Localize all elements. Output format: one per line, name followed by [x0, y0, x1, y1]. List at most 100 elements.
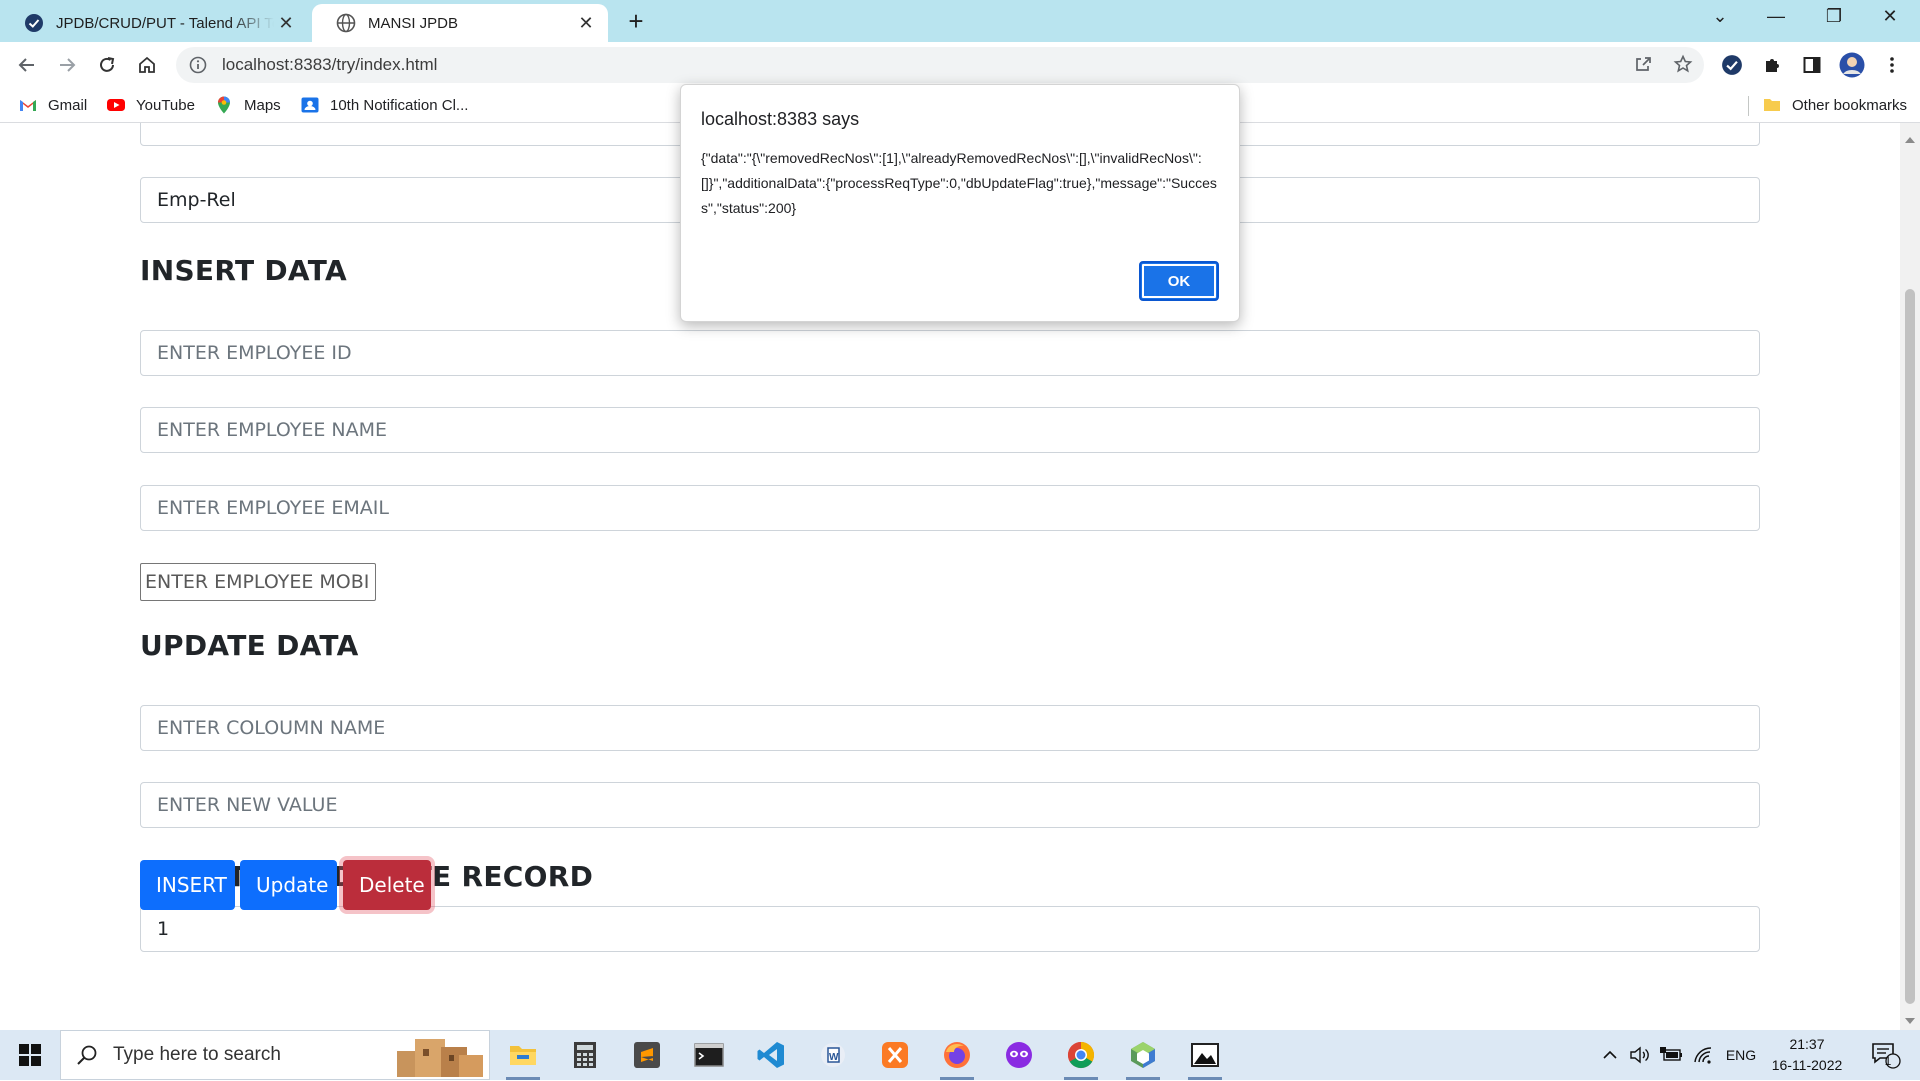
language-indicator[interactable]: ENG — [1722, 1030, 1760, 1080]
globe-icon — [336, 13, 356, 33]
taskbar-file-explorer[interactable] — [494, 1030, 552, 1080]
bookmark-youtube[interactable]: YouTube — [106, 95, 195, 115]
svg-text:W: W — [829, 1052, 839, 1063]
tab-close-icon[interactable]: ✕ — [574, 13, 598, 34]
bookmark-separator — [1748, 96, 1749, 116]
employee-mobile-input[interactable] — [140, 563, 376, 601]
tray-show-hidden-icon[interactable] — [1598, 1030, 1622, 1080]
contact-card-icon — [301, 97, 319, 113]
avatar-icon — [1839, 52, 1865, 78]
side-panel-button[interactable] — [1798, 51, 1826, 79]
search-placeholder: Type here to search — [113, 1044, 281, 1065]
arrow-left-icon — [18, 58, 34, 72]
notification-count: 1 — [1884, 1054, 1892, 1068]
bookmark-star-button[interactable] — [1669, 50, 1697, 78]
bookmark-label: Other bookmarks — [1792, 96, 1908, 114]
wifi-icon[interactable] — [1690, 1030, 1718, 1080]
delete-button[interactable]: Delete — [343, 860, 431, 910]
clock-time: 21:37 — [1789, 1036, 1825, 1052]
alert-dialog: localhost:8383 says {"data":"{\"removedR… — [680, 84, 1240, 322]
taskbar-clock[interactable]: 21:37 16-11-2022 — [1762, 1034, 1852, 1076]
tab-search-dropdown-icon[interactable]: ⌄ — [1700, 6, 1740, 27]
taskbar-search-box[interactable]: Type here to search — [60, 1030, 490, 1080]
folder-icon — [1764, 99, 1780, 111]
dialog-ok-button[interactable]: OK — [1139, 261, 1219, 301]
info-icon[interactable] — [188, 55, 208, 75]
record-number-input[interactable] — [140, 906, 1760, 952]
taskbar-xampp[interactable] — [866, 1030, 924, 1080]
tab-title: MANSI JPDB — [368, 14, 459, 32]
youtube-icon — [107, 99, 125, 111]
bookmark-label: 10th Notification Cl... — [330, 96, 469, 114]
sublime-text-icon — [634, 1042, 660, 1068]
taskbar-calculator[interactable] — [556, 1030, 614, 1080]
puzzle-icon — [1766, 59, 1779, 72]
volume-icon[interactable] — [1626, 1030, 1654, 1080]
bookmark-10th-notification[interactable]: 10th Notification Cl... — [300, 95, 468, 115]
scrollbar-thumb[interactable] — [1905, 289, 1915, 1004]
new-tab-button[interactable]: + — [622, 8, 650, 34]
employee-name-input[interactable] — [140, 407, 1760, 453]
taskbar-word[interactable]: W — [804, 1030, 862, 1080]
calculator-icon — [574, 1042, 596, 1068]
home-button[interactable] — [132, 50, 162, 80]
bookmark-gmail[interactable]: Gmail — [18, 95, 87, 115]
clock-date: 16-11-2022 — [1771, 1057, 1843, 1073]
page-scrollbar[interactable] — [1900, 123, 1920, 1030]
taskbar-sublime-text[interactable] — [618, 1030, 676, 1080]
chrome-menu-button[interactable] — [1878, 51, 1906, 79]
new-value-input[interactable] — [140, 782, 1760, 828]
taskbar-terminal[interactable] — [680, 1030, 738, 1080]
taskbar-vscode[interactable] — [742, 1030, 800, 1080]
kebab-menu-icon — [1890, 57, 1894, 73]
chrome-icon — [1067, 1041, 1095, 1069]
minimize-button[interactable]: — — [1756, 6, 1796, 27]
taskbar-photos[interactable] — [1176, 1030, 1234, 1080]
insert-data-heading: INSERT DATA — [140, 254, 347, 287]
xampp-icon — [882, 1042, 908, 1068]
star-icon — [1673, 54, 1693, 73]
word-document-icon: W — [821, 1043, 845, 1067]
browser-toolbar: localhost:8383/try/index.html — [0, 42, 1920, 88]
start-button[interactable] — [0, 1030, 60, 1080]
profile-avatar[interactable] — [1838, 51, 1866, 79]
forward-button[interactable] — [52, 50, 82, 80]
bookmark-other-folder[interactable]: Other bookmarks — [1762, 95, 1907, 115]
tab-strip: JPDB/CRUD/PUT - Talend API Tester ✕ MANS… — [0, 0, 1920, 42]
tab-talend-api-tester[interactable]: JPDB/CRUD/PUT - Talend API Tester ✕ — [0, 4, 308, 42]
taskbar-cube-app[interactable] — [1114, 1030, 1172, 1080]
home-icon — [139, 56, 155, 73]
taskbar-persona-app[interactable] — [990, 1030, 1048, 1080]
reload-button[interactable] — [92, 50, 122, 80]
scroll-down-arrow-icon[interactable] — [1905, 1018, 1915, 1024]
share-button[interactable] — [1629, 50, 1657, 78]
address-bar[interactable]: localhost:8383/try/index.html — [176, 47, 1704, 83]
taskbar-firefox[interactable] — [928, 1030, 986, 1080]
battery-icon[interactable] — [1658, 1030, 1686, 1080]
tab-close-icon[interactable]: ✕ — [274, 13, 298, 34]
firefox-icon — [944, 1042, 970, 1068]
bookmark-maps[interactable]: Maps — [214, 95, 281, 115]
vscode-icon — [757, 1042, 784, 1068]
check-circle-icon — [1722, 55, 1742, 75]
column-name-input[interactable] — [140, 705, 1760, 751]
arrow-right-icon — [60, 58, 76, 72]
restore-button[interactable]: ❐ — [1814, 6, 1854, 27]
back-button[interactable] — [12, 50, 42, 80]
maps-pin-icon — [218, 96, 230, 114]
extensions-button[interactable] — [1758, 51, 1786, 79]
tab-mansi-jpdb[interactable]: MANSI JPDB ✕ — [312, 4, 608, 42]
scroll-up-arrow-icon[interactable] — [1905, 137, 1915, 143]
employee-id-input[interactable] — [140, 330, 1760, 376]
hexagon-cube-icon — [1131, 1042, 1155, 1068]
extension-talend-button[interactable] — [1718, 51, 1746, 79]
windows-taskbar: Type here to search W ENG 21:37 16-11-20… — [0, 1030, 1920, 1080]
employee-email-input[interactable] — [140, 485, 1760, 531]
close-window-button[interactable]: ✕ — [1870, 6, 1910, 27]
gmail-icon — [20, 100, 36, 111]
bookmark-label: Gmail — [48, 96, 88, 114]
insert-button[interactable]: INSERT — [140, 860, 235, 910]
taskbar-chrome[interactable] — [1052, 1030, 1110, 1080]
update-button[interactable]: Update — [240, 860, 337, 910]
notification-center-button[interactable]: 1 — [1866, 1030, 1906, 1080]
